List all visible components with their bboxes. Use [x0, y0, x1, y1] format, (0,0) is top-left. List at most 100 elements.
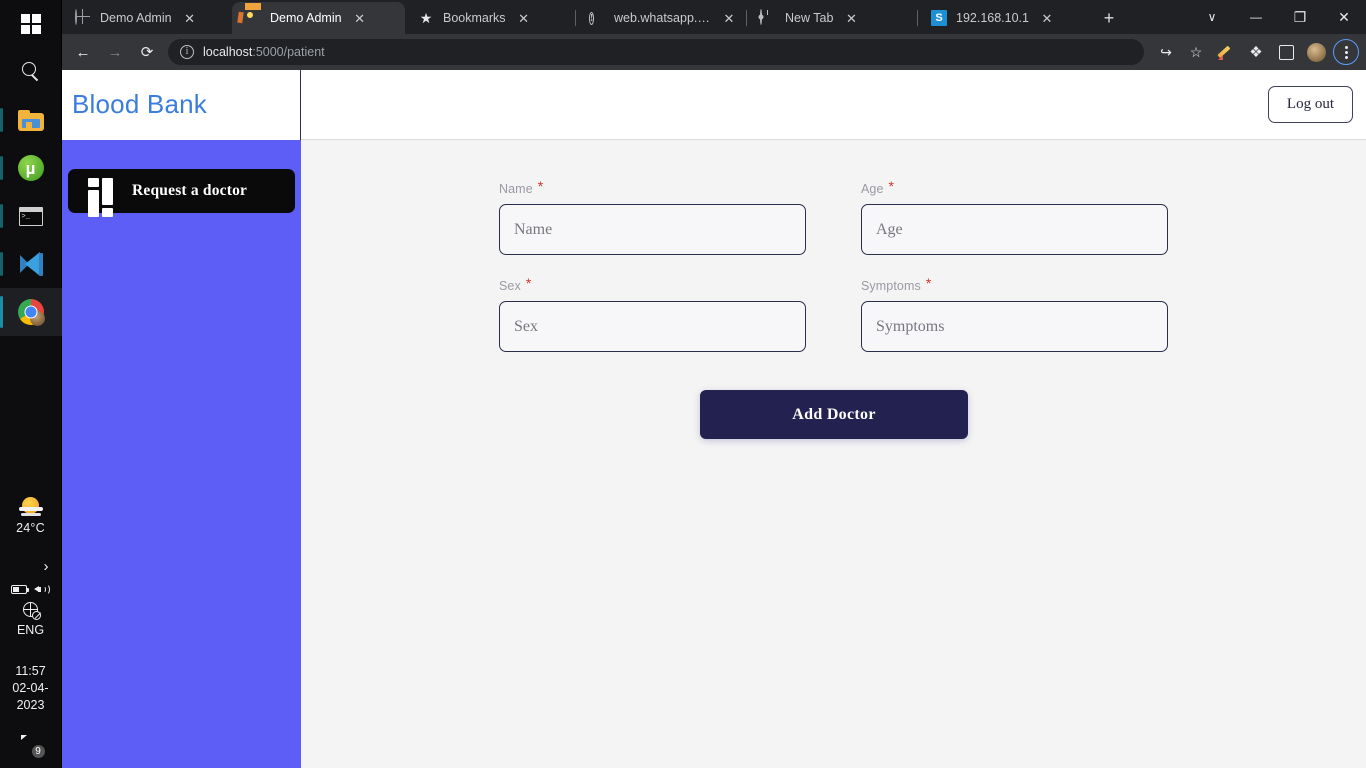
screen: µ 24°C › [0, 0, 1366, 768]
toolbar-right-actions: ↪ ☆ ❖ [1152, 38, 1360, 66]
tab-title: Demo Admin [270, 11, 342, 25]
maximize-button[interactable]: ❐ [1278, 0, 1322, 34]
windows-start-icon[interactable] [0, 0, 62, 48]
utorrent-icon[interactable]: µ [0, 144, 62, 192]
browser-tab-2[interactable]: ★ Bookmarks ✕ [405, 2, 576, 34]
reload-button[interactable]: ⟳ [132, 38, 162, 66]
minimize-button[interactable]: — [1234, 0, 1278, 34]
url-host: localhost [203, 45, 253, 59]
tab-close-button[interactable]: ✕ [351, 9, 369, 27]
add-doctor-button[interactable]: Add Doctor [700, 390, 968, 439]
command-prompt-icon[interactable] [0, 192, 62, 240]
share-icon[interactable]: ↪ [1152, 38, 1180, 66]
bookmark-star-icon[interactable]: ☆ [1182, 38, 1210, 66]
age-input[interactable] [861, 204, 1168, 255]
logout-button[interactable]: Log out [1267, 86, 1353, 123]
search-glyph [21, 62, 41, 82]
clock-time: 11:57 [15, 664, 46, 678]
language-indicator[interactable]: ENG [17, 623, 44, 637]
tab-title: Demo Admin [100, 11, 172, 25]
tab-close-button[interactable]: ✕ [720, 9, 738, 27]
page-title: Blood Bank [72, 89, 207, 119]
page-body: Request a doctor Name * Name Age * Age S… [62, 140, 1366, 768]
tray-status-row[interactable] [11, 582, 50, 596]
sex-field-label: Sex * [499, 275, 806, 293]
new-tab-button[interactable]: + [1095, 4, 1123, 32]
weather-temperature[interactable]: 24°C [16, 521, 45, 535]
file-explorer-icon[interactable] [0, 96, 62, 144]
sex-field-group: Sex * [499, 275, 806, 352]
three-dot-menu-icon[interactable] [1332, 38, 1360, 66]
name-field-group: Name * [499, 178, 806, 255]
label-text: Sex [499, 279, 521, 293]
side-panel-icon[interactable] [1272, 38, 1300, 66]
browser-tab-3[interactable]: ! web.whatsapp.com ✕ [576, 2, 747, 34]
network-disconnected-icon[interactable] [22, 601, 41, 620]
chevron-right-icon[interactable]: › [44, 559, 49, 574]
clock-date: 02-04-2023 [12, 681, 49, 712]
symptoms-input[interactable] [861, 301, 1168, 352]
address-bar[interactable]: i localhost:5000/patient [168, 39, 1144, 65]
app-header: Blood Bank Log out [62, 69, 1366, 140]
chrome-browser-window: Demo Admin ✕ Demo Admin ✕ ★ Bookmarks ✕ … [62, 0, 1366, 768]
web-page: Blood Bank Log out Request a doctor Name… [62, 69, 1366, 768]
form-row-2: Sex * Symptoms * [499, 275, 1169, 352]
age-field-group: Age * [861, 178, 1168, 255]
name-input[interactable] [499, 204, 806, 255]
required-asterisk: * [537, 178, 544, 194]
forward-button[interactable]: → [100, 38, 130, 66]
browser-tab-5[interactable]: S 192.168.10.1 ✕ [918, 2, 1089, 34]
brand-cell: Blood Bank [62, 69, 301, 140]
symptoms-field-label: Symptoms * [861, 276, 1168, 293]
label-text: Name [499, 182, 533, 196]
chrome-icon[interactable] [0, 288, 62, 336]
tab-close-button[interactable]: ✕ [842, 9, 860, 27]
battery-icon[interactable] [11, 584, 29, 594]
browser-toolbar: ← → ⟳ i localhost:5000/patient ↪ ☆ ❖ [62, 34, 1366, 70]
browser-tab-4[interactable]: New Tab ✕ [747, 2, 918, 34]
tab-search-chevron-icon[interactable]: ∨ [1190, 0, 1234, 34]
browser-tab-0[interactable]: Demo Admin ✕ [62, 2, 232, 34]
system-tray: 24°C › ENG 11:57 02-04-2023 9 [0, 497, 62, 768]
notification-badge: 9 [30, 744, 46, 759]
weather-icon[interactable] [18, 497, 44, 519]
site-info-icon[interactable]: i [180, 45, 194, 59]
globe-icon [75, 9, 91, 26]
symptoms-field-group: Symptoms * [861, 276, 1168, 352]
label-text: Age [861, 182, 884, 196]
sex-input[interactable] [499, 301, 806, 352]
main-content: Name * Age * [301, 140, 1366, 768]
tab-title: New Tab [785, 11, 834, 25]
tab-close-button[interactable]: ✕ [181, 9, 199, 27]
notification-center-icon[interactable]: 9 [19, 736, 46, 759]
dashboard-grid-icon [88, 178, 114, 217]
vscode-icon[interactable] [0, 240, 62, 288]
browser-tab-strip: Demo Admin ✕ Demo Admin ✕ ★ Bookmarks ✕ … [62, 0, 1366, 34]
sidebar-item-label: Request a doctor [132, 182, 248, 199]
tab-close-button[interactable]: ✕ [1038, 9, 1056, 27]
extensions-puzzle-icon[interactable]: ❖ [1242, 38, 1270, 66]
close-window-button[interactable]: ✕ [1322, 0, 1366, 34]
required-asterisk: * [525, 275, 532, 291]
url-text: localhost:5000/patient [203, 45, 325, 59]
volume-icon[interactable] [34, 582, 50, 596]
tab-title: Bookmarks [443, 11, 506, 25]
tab-close-button[interactable]: ✕ [515, 9, 533, 27]
avatar[interactable] [1302, 38, 1330, 66]
add-doctor-form: Name * Age * [499, 178, 1169, 439]
header-actions: Log out [301, 70, 1366, 140]
taskbar-clock[interactable]: 11:57 02-04-2023 [0, 663, 62, 714]
tab-title: web.whatsapp.com [614, 11, 711, 25]
back-button[interactable]: ← [68, 38, 98, 66]
utorrent-glyph: µ [17, 155, 44, 181]
pen-icon[interactable] [1212, 38, 1240, 66]
windows-logo-glyph [20, 14, 41, 34]
sidebar-item-request-a-doctor[interactable]: Request a doctor [68, 169, 295, 217]
windows-taskbar: µ 24°C › [0, 0, 62, 768]
form-row-1: Name * Age * [499, 178, 1169, 255]
chrome-glyph [17, 299, 45, 326]
submit-row: Add Doctor [499, 390, 1169, 439]
required-asterisk: * [888, 178, 895, 194]
search-icon[interactable] [0, 48, 62, 96]
browser-tab-1[interactable]: Demo Admin ✕ [232, 2, 405, 34]
